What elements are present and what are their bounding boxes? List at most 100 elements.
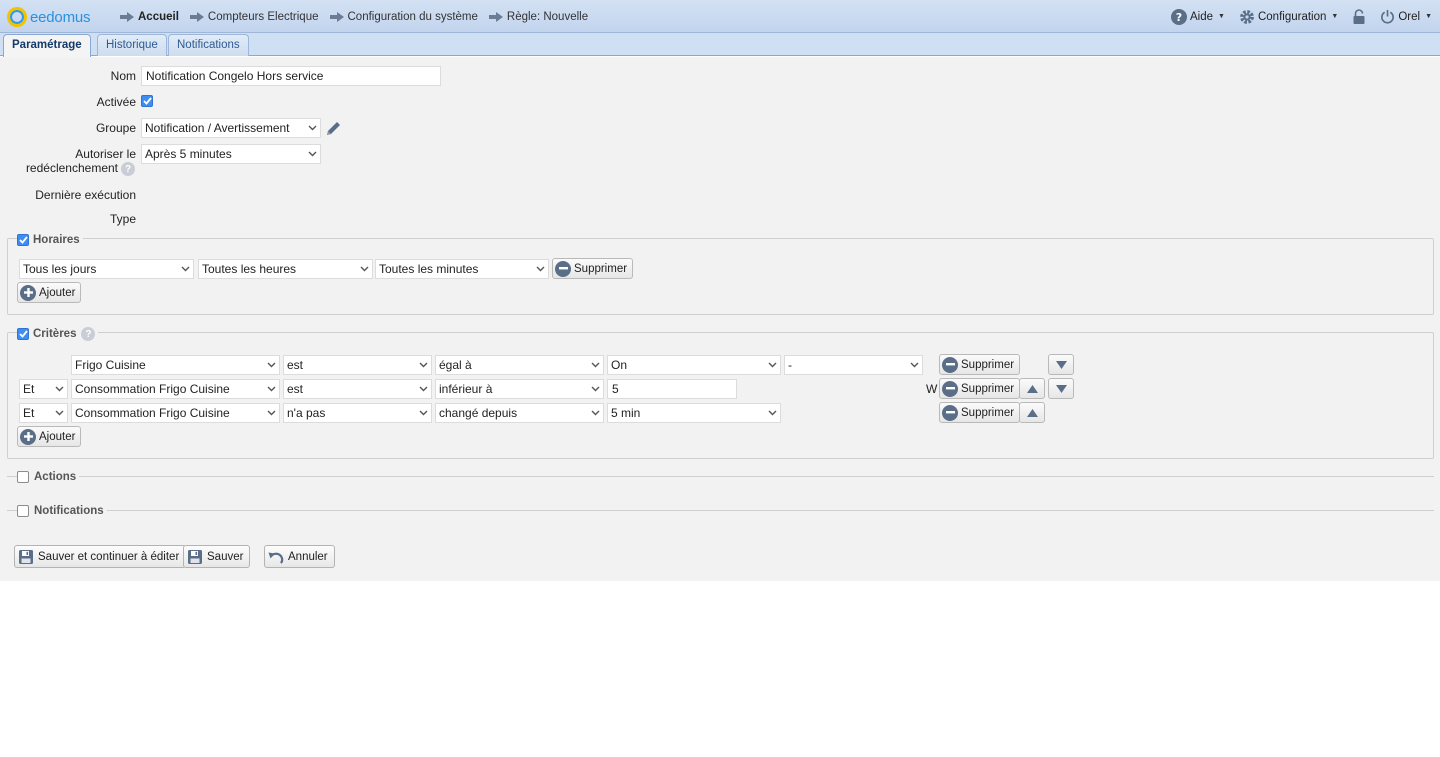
- nom-label: Nom: [110, 69, 136, 83]
- chevron-down-icon: [52, 380, 67, 398]
- help-icon[interactable]: ?: [81, 327, 96, 341]
- critere-device-select[interactable]: Consommation Frigo Cuisine: [71, 379, 280, 399]
- activee-checkbox[interactable]: [141, 95, 153, 107]
- chevron-down-icon: [416, 380, 431, 398]
- triangle-up-icon: [1026, 384, 1038, 393]
- chevron-down-icon: [305, 119, 320, 137]
- horaires-legend: Horaires: [17, 233, 83, 247]
- save-continue-button[interactable]: Sauver et continuer à éditer: [14, 545, 187, 568]
- floppy-disk-icon: [18, 549, 34, 565]
- arrow-right-icon: [488, 11, 503, 22]
- heures-select[interactable]: Toutes les heures: [198, 259, 373, 279]
- chevron-down-icon: [765, 404, 780, 422]
- lock-icon[interactable]: [1352, 8, 1366, 25]
- chevron-down-icon: [264, 380, 279, 398]
- chevron-down-icon: [588, 404, 603, 422]
- logo-text: eedomus: [30, 8, 91, 26]
- plus-circle-icon: [20, 284, 36, 301]
- groupe-label: Groupe: [95, 121, 136, 135]
- groupe-select[interactable]: Notification / Avertissement: [141, 118, 321, 138]
- caret-down-icon: ▼: [1218, 13, 1225, 20]
- breadcrumb-item-configuration[interactable]: Configuration du système: [329, 11, 478, 23]
- cancel-button[interactable]: Annuler: [264, 545, 335, 568]
- critere-supprimer-button[interactable]: Supprimer: [939, 378, 1021, 399]
- triangle-down-icon: [1055, 384, 1067, 393]
- critere-conjunction-select[interactable]: Et: [19, 403, 68, 423]
- caret-down-icon: ▼: [1331, 13, 1339, 20]
- critere-value-select[interactable]: 5 min: [607, 403, 781, 423]
- minutes-select[interactable]: Toutes les minutes: [375, 259, 549, 279]
- configuration-menu[interactable]: Configuration ▼: [1239, 9, 1338, 25]
- breadcrumb-item-accueil[interactable]: Accueil: [120, 11, 179, 23]
- tab-historique[interactable]: Historique: [97, 34, 167, 56]
- critere-verb-select[interactable]: est: [283, 355, 432, 375]
- redeclenchement-select[interactable]: Après 5 minutes: [141, 144, 321, 164]
- gear-icon: [1239, 9, 1255, 25]
- critere-value-input[interactable]: [607, 379, 737, 399]
- move-up-button[interactable]: [1019, 402, 1045, 423]
- criteres-ajouter-button[interactable]: Ajouter: [17, 426, 82, 447]
- floppy-disk-icon: [187, 549, 203, 565]
- actions-legend: Actions: [17, 470, 80, 484]
- chevron-down-icon: [52, 404, 67, 422]
- move-up-button[interactable]: [1019, 378, 1045, 399]
- breadcrumb-item-regle[interactable]: Règle: Nouvelle: [488, 11, 588, 23]
- critere-operator-select[interactable]: inférieur à: [435, 379, 604, 399]
- svg-text:?: ?: [1176, 11, 1182, 24]
- jours-select[interactable]: Tous les jours: [19, 259, 194, 279]
- critere-value-select[interactable]: On: [607, 355, 781, 375]
- critere-device-select[interactable]: Consommation Frigo Cuisine: [71, 403, 280, 423]
- autoriser-label-1: Autoriser le: [75, 147, 136, 161]
- move-down-button[interactable]: [1048, 354, 1074, 375]
- actions-checkbox[interactable]: [17, 471, 29, 483]
- activee-label: Activée: [96, 95, 136, 109]
- nom-input[interactable]: [141, 66, 441, 86]
- help-circle-icon: ?: [1171, 8, 1188, 25]
- derniere-execution-label: Dernière exécution: [35, 188, 136, 202]
- minus-circle-icon: [942, 380, 958, 397]
- save-button[interactable]: Sauver: [183, 545, 251, 568]
- tab-parametrage[interactable]: Paramétrage: [3, 34, 91, 57]
- chevron-down-icon: [765, 356, 780, 374]
- chevron-down-icon: [305, 145, 320, 163]
- horaires-ajouter-button[interactable]: Ajouter: [17, 282, 82, 303]
- triangle-up-icon: [1026, 408, 1038, 417]
- critere-extra-select[interactable]: -: [784, 355, 923, 375]
- user-menu[interactable]: Orel ▼: [1380, 9, 1432, 24]
- notifications-checkbox[interactable]: [17, 505, 29, 517]
- minus-circle-icon: [555, 260, 571, 277]
- notifications-divider: [7, 510, 1434, 511]
- horaires-supprimer-button[interactable]: Supprimer: [552, 258, 634, 279]
- critere-conjunction-select[interactable]: Et: [19, 379, 68, 399]
- critere-supprimer-button[interactable]: Supprimer: [939, 354, 1021, 375]
- critere-supprimer-button[interactable]: Supprimer: [939, 402, 1021, 423]
- power-icon: [1380, 9, 1395, 24]
- criteres-checkbox[interactable]: [17, 328, 29, 340]
- move-down-button[interactable]: [1048, 378, 1074, 399]
- horaires-checkbox[interactable]: [17, 234, 29, 246]
- critere-operator-select[interactable]: égal à: [435, 355, 604, 375]
- main-panel: Nom Activée Groupe Notification / Averti…: [0, 57, 1440, 581]
- edit-pencil-icon[interactable]: [325, 120, 342, 137]
- chevron-down-icon: [533, 260, 548, 278]
- critere-operator-select[interactable]: changé depuis: [435, 403, 604, 423]
- critere-verb-select[interactable]: est: [283, 379, 432, 399]
- tab-notifications[interactable]: Notifications: [168, 34, 249, 56]
- chevron-down-icon: [416, 356, 431, 374]
- help-icon[interactable]: ?: [121, 162, 135, 176]
- type-label: Type: [109, 212, 136, 226]
- chevron-down-icon: [264, 404, 279, 422]
- critere-device-select[interactable]: Frigo Cuisine: [71, 355, 280, 375]
- chevron-down-icon: [416, 404, 431, 422]
- help-menu[interactable]: ? Aide ▼: [1171, 8, 1225, 25]
- chevron-down-icon: [264, 356, 279, 374]
- breadcrumb: Accueil Compteurs Electrique Configurati…: [120, 0, 599, 33]
- breadcrumb-item-compteurs[interactable]: Compteurs Electrique: [189, 11, 319, 23]
- notifications-legend: Notifications: [17, 504, 107, 518]
- logo[interactable]: eedomus: [7, 6, 91, 28]
- actions-divider: [7, 476, 1434, 477]
- chevron-down-icon: [907, 356, 922, 374]
- chevron-down-icon: [178, 260, 193, 278]
- critere-verb-select[interactable]: n'a pas: [283, 403, 432, 423]
- top-bar: eedomus Accueil Compteurs Electrique Con…: [0, 0, 1440, 33]
